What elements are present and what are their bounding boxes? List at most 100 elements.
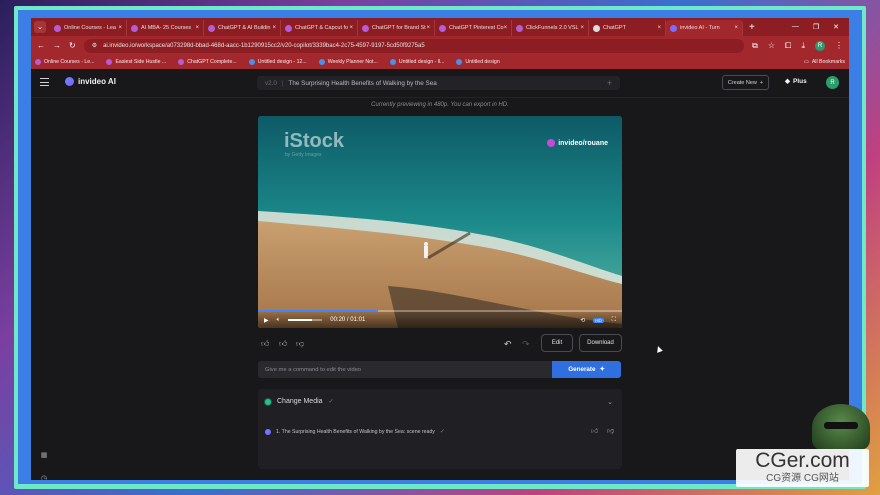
tab-label: ChatGPT Pinterest Co xyxy=(449,25,504,31)
profile-avatar[interactable]: R xyxy=(815,40,825,51)
bookmark-item[interactable]: Untitled design - ll... xyxy=(389,59,444,65)
tab-label: ClickFunnels 2.0 VSL xyxy=(526,25,579,31)
bookmark-item[interactable]: Online Courses - Le... xyxy=(35,59,94,65)
close-icon[interactable]: × xyxy=(195,25,199,31)
tab-favicon-icon xyxy=(208,24,215,32)
volume-slider[interactable] xyxy=(288,319,323,321)
thumbs-down-icon[interactable]: 👎︎ xyxy=(296,339,304,349)
all-bookmarks-label: All Bookmarks xyxy=(811,59,845,65)
bookmark-item[interactable]: Untitled design xyxy=(456,59,500,65)
star-icon[interactable]: ☆ xyxy=(768,41,775,50)
thumbs-down-icon[interactable]: 👎︎ xyxy=(607,426,614,435)
all-bookmarks[interactable]: ▭ All Bookmarks xyxy=(804,59,845,65)
close-icon[interactable]: × xyxy=(349,25,353,31)
browser-tab[interactable]: ChatGPT × xyxy=(589,20,666,36)
edit-button[interactable]: Edit xyxy=(541,334,573,352)
plan-badge[interactable]: ◆ Plus xyxy=(785,77,807,86)
browser-tab[interactable]: ChatGPT & Capcut fo × xyxy=(281,20,358,36)
thumbs-up-icon[interactable]: 👍︎ xyxy=(591,426,598,435)
browser-tab[interactable]: ChatGPT Pinterest Co × xyxy=(435,20,512,36)
divider: | xyxy=(281,79,284,87)
video-controls-right: ⟲ HD ⛶ xyxy=(580,317,616,324)
close-icon[interactable]: × xyxy=(118,25,122,31)
address-bar-icons: ⧉ ☆ ⧠ ⤓ R ⋮ xyxy=(752,40,843,51)
close-icon[interactable]: × xyxy=(426,25,430,31)
loop-icon[interactable]: ⟲ xyxy=(580,317,585,324)
hamburger-menu-icon[interactable] xyxy=(40,78,49,86)
browser-tab[interactable]: ClickFunnels 2.0 VSL × xyxy=(512,20,589,36)
redo-icon[interactable]: ↷ xyxy=(522,339,530,350)
tab-favicon-icon xyxy=(131,24,138,32)
close-icon[interactable]: × xyxy=(272,25,276,31)
browser-tab[interactable]: AI MBA- 25 Courses × xyxy=(127,20,204,36)
download-button[interactable]: Download xyxy=(579,334,622,352)
install-icon[interactable]: ⧉ xyxy=(752,41,758,51)
url-field[interactable]: ⚙ ai.invideo.io/workspace/a073298d-bbad-… xyxy=(83,38,745,53)
back-icon[interactable]: ← xyxy=(37,41,45,50)
sunglasses-icon xyxy=(824,422,858,429)
brand-logo[interactable]: invideo AI xyxy=(65,77,116,86)
chevron-down-icon[interactable]: ⌄ xyxy=(607,398,613,406)
close-icon[interactable]: × xyxy=(657,25,661,31)
tab-search-icon[interactable]: ⌄ xyxy=(34,21,46,33)
bookmark-item[interactable]: Untitled design - 12... xyxy=(248,59,307,65)
tab-favicon-icon xyxy=(285,24,292,32)
play-icon[interactable]: ▶ xyxy=(264,317,269,324)
bookmark-favicon-icon xyxy=(248,59,255,65)
site-info-icon[interactable]: ⚙ xyxy=(92,42,97,49)
app-header: invideo AI v2.0 | The Surprising Health … xyxy=(31,69,849,98)
tab-label: invideo AI - Turn xyxy=(680,25,720,31)
command-input[interactable]: Give me a command to edit the video xyxy=(258,361,552,378)
close-icon[interactable]: × xyxy=(734,25,738,31)
forward-icon[interactable]: → xyxy=(53,41,61,50)
close-window-icon[interactable]: ✕ xyxy=(833,23,839,31)
close-icon[interactable]: × xyxy=(504,25,508,31)
undo-icon[interactable]: ↶ xyxy=(504,339,512,350)
tab-bar: ⌄ Online Courses - Lea × AI MBA- 25 Cours… xyxy=(31,18,849,36)
browser-tab-active[interactable]: invideo AI - Turn × xyxy=(666,20,743,36)
browser-tab[interactable]: Online Courses - Lea × xyxy=(50,20,127,36)
invideo-logo-icon xyxy=(265,428,271,435)
check-icon: ✓ xyxy=(439,429,445,435)
invideo-watermark: invideo/rouane xyxy=(547,139,608,147)
maximize-icon[interactable]: ❐ xyxy=(813,23,819,31)
tab-favicon-icon xyxy=(516,24,523,32)
generate-button[interactable]: Generate ✦ xyxy=(552,361,621,378)
status-dot-icon xyxy=(265,398,271,405)
thumbs-up-icon[interactable]: 👍︎ xyxy=(279,339,287,349)
menu-icon[interactable]: ⋮ xyxy=(835,41,843,50)
reload-icon[interactable]: ↻ xyxy=(69,41,76,50)
bookmark-item[interactable]: ChatGPT Complete... xyxy=(178,59,237,65)
bookmark-item[interactable]: Easiest Side Hustle ... xyxy=(106,59,166,65)
grid-icon[interactable]: ▦ xyxy=(40,451,48,459)
fullscreen-icon[interactable]: ⛶ xyxy=(612,317,616,324)
site-watermark-text: CGer.com xyxy=(755,449,850,472)
volume-icon[interactable]: 🔈︎ xyxy=(277,317,281,324)
time-readout: 00:20 / 01:01 xyxy=(330,317,366,323)
close-icon[interactable]: × xyxy=(580,25,584,31)
create-new-button[interactable]: Create New + xyxy=(722,75,769,90)
minimize-icon[interactable]: — xyxy=(792,23,799,31)
video-title-field[interactable]: v2.0 | The Surprising Health Benefits of… xyxy=(257,76,620,90)
bookmark-item[interactable]: Weekly Planner Not... xyxy=(318,59,378,65)
tab-label: Online Courses - Lea xyxy=(64,25,116,31)
new-tab-icon[interactable]: + xyxy=(749,22,755,33)
tab-label: ChatGPT & AI Buildin xyxy=(218,25,271,31)
bookmark-label: Easiest Side Hustle ... xyxy=(115,59,167,65)
clock-icon[interactable]: ◷ xyxy=(40,474,48,480)
extensions-icon[interactable]: ⧠ xyxy=(785,41,791,51)
browser-tab[interactable]: ChatGPT & AI Buildin × xyxy=(204,20,281,36)
quality-badge[interactable]: HD xyxy=(593,317,604,323)
presenter-avatar xyxy=(812,404,870,450)
thumbs-up-double-icon[interactable]: 👍︎ xyxy=(261,339,269,349)
browser-tab[interactable]: ChatGPT for Brand St × xyxy=(358,20,435,36)
window-controls: — ❐ ✕ xyxy=(792,23,849,31)
preview-note: Currently previewing in 480p. You can ex… xyxy=(371,102,509,108)
sparkle-icon: ✦ xyxy=(599,366,605,373)
avatar[interactable]: R xyxy=(826,76,839,89)
bookmark-favicon-icon xyxy=(35,59,41,65)
panel-header[interactable]: Change Media ✓ xyxy=(265,398,334,405)
add-icon[interactable]: + xyxy=(607,78,612,88)
video-player[interactable]: iStock by Getty Images invideo/rouane ▶ … xyxy=(258,116,622,328)
download-icon[interactable]: ⤓ xyxy=(801,41,805,51)
